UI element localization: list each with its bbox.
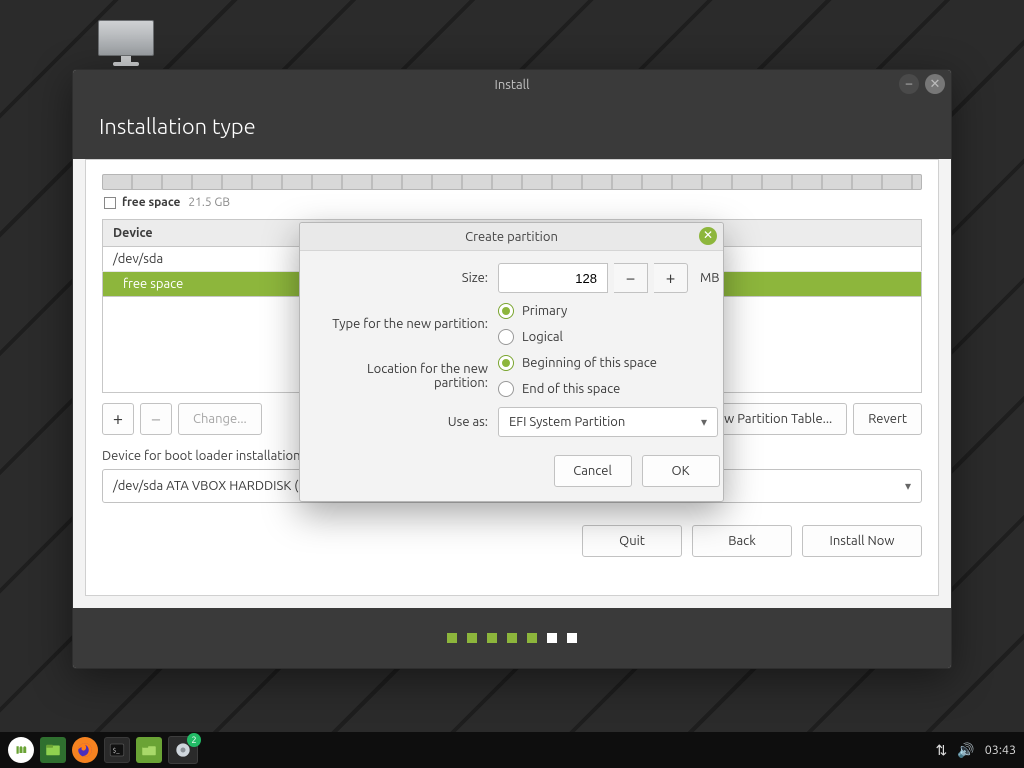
network-icon[interactable]: ⇅ bbox=[936, 742, 948, 759]
taskbar-window-group[interactable]: 2 bbox=[168, 736, 198, 764]
step-dot bbox=[447, 633, 457, 643]
radio-primary-label: Primary bbox=[522, 304, 567, 318]
terminal-icon[interactable]: $_ bbox=[104, 737, 130, 763]
radio-beginning[interactable]: Beginning of this space bbox=[498, 355, 720, 371]
radio-logical-label: Logical bbox=[522, 330, 563, 344]
create-partition-dialog: Create partition ✕ Size: − + MB Type for… bbox=[299, 222, 724, 502]
radio-icon bbox=[498, 355, 514, 371]
add-partition-button[interactable]: + bbox=[102, 403, 134, 435]
radio-end-label: End of this space bbox=[522, 382, 620, 396]
location-label: Location for the new partition: bbox=[316, 362, 488, 390]
legend-free-label: free space bbox=[122, 196, 180, 209]
disk-usage-bar[interactable] bbox=[102, 174, 922, 190]
ok-button[interactable]: OK bbox=[642, 455, 720, 487]
system-tray: ⇅ 🔊 03:43 bbox=[936, 742, 1016, 759]
step-dot bbox=[487, 633, 497, 643]
back-button[interactable]: Back bbox=[692, 525, 792, 557]
window-title: Install bbox=[495, 78, 530, 92]
size-decrement-button[interactable]: − bbox=[614, 263, 648, 293]
chevron-down-icon: ▾ bbox=[905, 479, 911, 493]
step-dot bbox=[567, 633, 577, 643]
step-dot bbox=[507, 633, 517, 643]
svg-text:$_: $_ bbox=[113, 746, 121, 754]
size-input[interactable] bbox=[498, 263, 608, 293]
legend-swatch bbox=[104, 197, 116, 209]
clock[interactable]: 03:43 bbox=[985, 743, 1016, 757]
page-heading: Installation type bbox=[73, 100, 951, 159]
wizard-footer: Quit Back Install Now bbox=[102, 525, 922, 557]
size-label: Size: bbox=[316, 271, 488, 285]
use-as-label: Use as: bbox=[316, 415, 488, 429]
partition-type-label: Type for the new partition: bbox=[316, 317, 488, 331]
radio-icon bbox=[498, 381, 514, 397]
desktop-computer-icon[interactable] bbox=[98, 20, 154, 66]
radio-logical[interactable]: Logical bbox=[498, 329, 720, 345]
window-close-button[interactable]: ✕ bbox=[925, 74, 945, 94]
change-partition-button[interactable]: Change... bbox=[178, 403, 262, 435]
step-dot bbox=[467, 633, 477, 643]
file-manager-icon[interactable] bbox=[40, 737, 66, 763]
use-as-value: EFI System Partition bbox=[509, 415, 625, 429]
window-count-badge: 2 bbox=[187, 733, 201, 747]
dialog-title: Create partition bbox=[465, 230, 558, 244]
firefox-icon[interactable] bbox=[72, 737, 98, 763]
remove-partition-button[interactable]: − bbox=[140, 403, 172, 435]
revert-button[interactable]: Revert bbox=[853, 403, 922, 435]
dialog-close-button[interactable]: ✕ bbox=[699, 227, 717, 245]
step-progress bbox=[73, 608, 951, 668]
start-menu-button[interactable] bbox=[8, 737, 34, 763]
cancel-button[interactable]: Cancel bbox=[554, 455, 632, 487]
col-device[interactable]: Device bbox=[103, 220, 317, 247]
size-unit: MB bbox=[700, 271, 720, 285]
radio-end[interactable]: End of this space bbox=[498, 381, 720, 397]
cell-device: free space bbox=[103, 272, 317, 297]
use-as-select[interactable]: EFI System Partition ▾ bbox=[498, 407, 718, 437]
window-minimize-button[interactable]: – bbox=[899, 74, 919, 94]
legend-free-size: 21.5 GB bbox=[188, 196, 230, 209]
taskbar[interactable]: $_ 2 ⇅ 🔊 03:43 bbox=[0, 732, 1024, 768]
window-titlebar[interactable]: Install – ✕ bbox=[73, 70, 951, 100]
cell-device: /dev/sda bbox=[103, 247, 317, 272]
install-now-button[interactable]: Install Now bbox=[802, 525, 922, 557]
legend-free-space: free space 21.5 GB bbox=[104, 196, 920, 209]
quit-button[interactable]: Quit bbox=[582, 525, 682, 557]
size-increment-button[interactable]: + bbox=[654, 263, 688, 293]
volume-icon[interactable]: 🔊 bbox=[957, 742, 974, 759]
files-icon[interactable] bbox=[136, 737, 162, 763]
dialog-titlebar[interactable]: Create partition ✕ bbox=[300, 223, 723, 251]
chevron-down-icon: ▾ bbox=[701, 415, 707, 429]
radio-beginning-label: Beginning of this space bbox=[522, 356, 657, 370]
step-dot bbox=[547, 633, 557, 643]
step-dot bbox=[527, 633, 537, 643]
radio-icon bbox=[498, 329, 514, 345]
radio-icon bbox=[498, 303, 514, 319]
radio-primary[interactable]: Primary bbox=[498, 303, 720, 319]
